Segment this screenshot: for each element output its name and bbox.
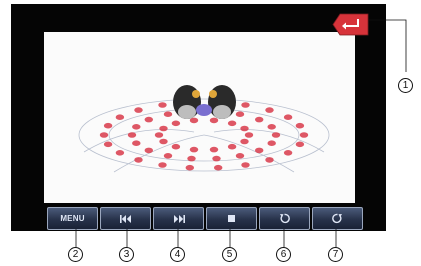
callout-4: 4 (170, 247, 185, 262)
callout-1: 1 (398, 78, 413, 93)
callout-7: 7 (328, 247, 343, 262)
callout-leader-lines (75, 19, 407, 247)
callout-3: 3 (119, 247, 134, 262)
callout-2: 2 (68, 247, 83, 262)
callout-5: 5 (222, 247, 237, 262)
callout-6: 6 (276, 247, 291, 262)
